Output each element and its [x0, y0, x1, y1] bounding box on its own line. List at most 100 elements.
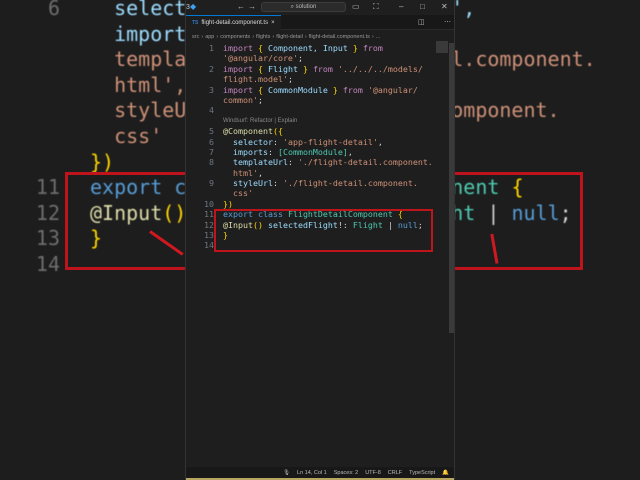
close-tab-icon[interactable]: × [271, 20, 275, 26]
code-token: : [272, 178, 283, 189]
code-line: 3 import { CommonModule } from '@angular/ [186, 85, 454, 95]
breadcrumb: src › app › components › flights › flight-detail… [186, 30, 454, 43]
scrollbar[interactable] [449, 43, 454, 333]
breadcrumb-item[interactable]: components [220, 34, 250, 40]
breadcrumb-item[interactable]: flights [256, 34, 270, 40]
split-editor-icon[interactable]: ◫ [418, 18, 425, 26]
code-token: '../../../models/ [337, 63, 423, 74]
tab-flight-detail-component[interactable]: TS flight-detail.component.ts × [186, 14, 281, 30]
code-text: flight.model'; [223, 74, 293, 84]
code-token: 'app-flight-detail' [282, 136, 378, 147]
line-number: 2 [209, 63, 214, 74]
copilot-icon[interactable]: ▭ [352, 2, 360, 11]
code-token: ; [287, 74, 293, 85]
code-token: ; [257, 94, 263, 105]
breadcrumb-item[interactable]: flight-detail [276, 34, 303, 40]
code-token: : [267, 146, 278, 157]
status-bar: 🎙 Ln 14, Col 1 Spaces: 2 UTF-8 CRLF Type… [186, 467, 454, 480]
code-line: flight.model'; [186, 74, 454, 84]
code-editor[interactable]: 1 import { Component, Input } from '@angul… [186, 43, 454, 467]
background-line-number: 14 [35, 252, 60, 276]
code-token: from [362, 43, 383, 53]
code-token: '@angular/core' [223, 53, 298, 64]
code-token: css' [90, 124, 163, 148]
code-token: './flight-detail.component. [282, 178, 418, 189]
breadcrumb-item[interactable]: src [192, 34, 199, 40]
breadcrumb-item[interactable]: ... [376, 34, 381, 40]
code-token: from [312, 63, 338, 74]
close-button[interactable]: ✕ [441, 2, 448, 11]
layout-icon[interactable]: ⛶ [373, 2, 379, 12]
background-line-number: 13 [35, 226, 60, 251]
code-token: Component, Input [267, 43, 353, 53]
line-number: 3 [209, 84, 214, 95]
code-token: './flight-detail.component. [297, 157, 433, 168]
code-text: html', [223, 168, 263, 178]
minimize-button[interactable]: – [399, 2, 403, 11]
notifications-icon[interactable]: 🔔 [442, 470, 449, 476]
cursor-position[interactable]: Ln 14, Col 1 [297, 470, 327, 476]
vscode-icon: ◆ [190, 2, 197, 11]
forward-icon[interactable]: → [248, 2, 256, 11]
code-token: selector [223, 136, 273, 147]
code-text: }) [223, 199, 233, 209]
code-token: flight.model' [223, 74, 288, 85]
code-token: : [287, 157, 298, 168]
code-token: @Component [223, 126, 273, 137]
chevron-right-icon: › [371, 33, 374, 40]
code-text: selector: 'app-flight-detail', [223, 137, 383, 147]
line-number: 9 [209, 178, 214, 189]
code-token: [CommonModule] [277, 146, 348, 157]
indentation[interactable]: Spaces: 2 [334, 470, 358, 476]
code-token: import [223, 43, 258, 53]
code-text: css' [223, 188, 253, 198]
code-text: imports: [CommonModule], [223, 147, 353, 157]
mic-icon[interactable]: 🎙 [283, 470, 290, 476]
code-line: 1 import { Component, Input } from [186, 43, 454, 53]
command-center-search[interactable]: ⌕ solution [261, 2, 346, 12]
title-bar: ◆ ← → ⌕ solution ▭ ⛶ – 3 □ ✕ [186, 0, 454, 15]
breadcrumb-item[interactable]: flight-detail.component.ts [309, 34, 370, 40]
background-line-number: 11 [35, 175, 60, 200]
typescript-icon: TS [192, 19, 199, 26]
code-token: , [257, 167, 263, 178]
code-token: } [302, 63, 313, 74]
background-code-text: css' [90, 124, 162, 149]
background-code-text: html', [90, 73, 186, 98]
tab-label: flight-detail.component.ts [201, 19, 269, 26]
code-line: css' [186, 188, 454, 198]
chevron-right-icon: › [304, 33, 307, 40]
more-actions-icon[interactable]: ⋯ [444, 18, 451, 26]
language-mode[interactable]: TypeScript [409, 470, 435, 476]
code-token: styleUrl [223, 178, 273, 189]
line-ending[interactable]: CRLF [388, 470, 402, 476]
code-line: html', [186, 168, 454, 178]
code-token: html' [223, 167, 258, 178]
code-line: 4 [186, 105, 454, 115]
line-number: 11 [204, 209, 214, 220]
code-token: html', [90, 72, 187, 97]
code-token: } [352, 43, 363, 53]
code-text: @Component({ [223, 126, 283, 136]
line-number: 1 [209, 43, 214, 53]
code-token: ({ [272, 126, 283, 137]
code-token: } [332, 84, 343, 95]
chevron-right-icon: › [216, 33, 219, 40]
code-line: 7 imports: [CommonModule], [186, 147, 454, 157]
tab-bar: TS flight-detail.component.ts × ◫ ⋯ [186, 14, 454, 30]
background-line-number: 12 [35, 200, 60, 225]
maximize-button[interactable]: □ [420, 2, 425, 11]
code-token: { [257, 84, 268, 95]
code-text: templateUrl: './flight-detail.component. [223, 157, 433, 167]
code-token: import [223, 84, 258, 95]
code-token: css' [223, 188, 253, 199]
back-icon[interactable]: ← [237, 2, 245, 11]
code-text: common'; [223, 95, 263, 105]
encoding[interactable]: UTF-8 [365, 470, 381, 476]
codelens[interactable]: Windsurf: Refactor | Explain [223, 116, 297, 126]
line-number: 8 [209, 157, 214, 168]
code-line: 6 selector: 'app-flight-detail', [186, 137, 454, 147]
code-text: '@angular/core'; [223, 53, 303, 63]
code-line: 5 @Component({ [186, 126, 454, 136]
breadcrumb-item[interactable]: app [205, 34, 214, 40]
